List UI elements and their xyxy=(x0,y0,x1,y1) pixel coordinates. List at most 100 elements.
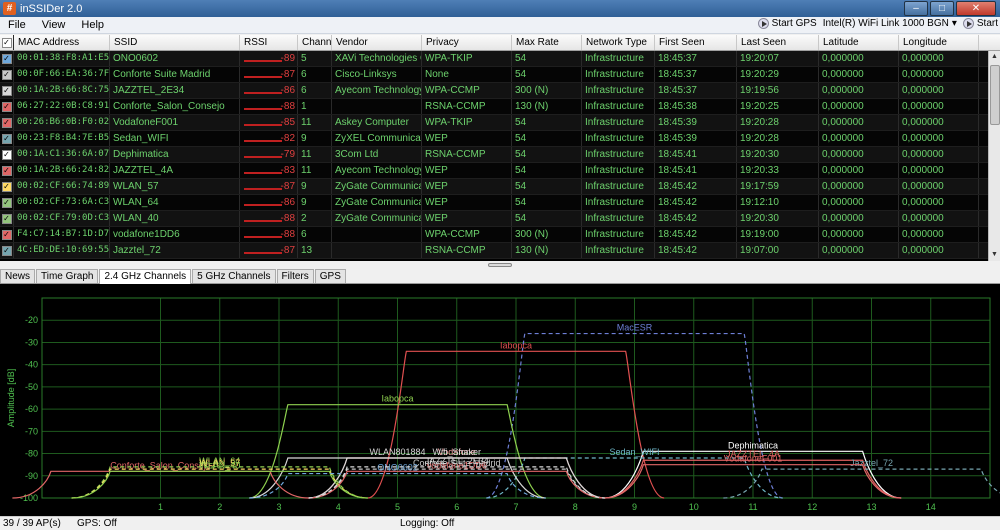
menu-help[interactable]: Help xyxy=(73,19,112,31)
x-tick-label: 8 xyxy=(573,502,578,512)
column-header-mac-address[interactable]: MAC Address xyxy=(14,35,110,50)
splitter-grip-icon[interactable] xyxy=(488,263,512,267)
cell-privacy: WPA-CCMP xyxy=(422,83,512,98)
cell-rssi: -88 xyxy=(240,99,298,114)
column-header-channel[interactable]: Channel xyxy=(298,35,332,50)
y-tick-label: -20 xyxy=(25,315,38,325)
rssi-sparkline xyxy=(244,140,282,142)
row-checkbox[interactable]: ✓ xyxy=(0,211,14,226)
row-checkbox[interactable]: ✓ xyxy=(0,227,14,242)
row-checkbox[interactable]: ✓ xyxy=(0,243,14,258)
cell-mac: 00:02:CF:73:6A:C3 xyxy=(14,195,110,210)
x-tick-label: 11 xyxy=(748,502,757,512)
table-row[interactable]: ✓ 00:01:38:F8:A1:E5 ONO0602 -89 5 XAVi Techno… xyxy=(0,51,988,67)
grid-scrollbar[interactable]: ▲ ▼ xyxy=(988,51,1000,261)
menu-bar: File View Help Start GPS Intel(R) WiFi L… xyxy=(0,17,1000,34)
table-row[interactable]: ✓ 00:02:CF:73:6A:C3 WLAN_64 -86 9 ZyGate Comm… xyxy=(0,195,988,211)
table-row[interactable]: ✓ 06:27:22:0B:C8:91 Conforte_Salon_Consejo… xyxy=(0,99,988,115)
cell-vendor: ZyXEL Communicatio... xyxy=(332,131,422,146)
tab-5-ghz-channels[interactable]: 5 GHz Channels xyxy=(192,269,276,283)
series-label: Sedan_WIFI xyxy=(609,447,659,457)
table-row[interactable]: ✓ 00:1A:2B:66:24:82 JAZZTEL_4A -83 11 Ayecom … xyxy=(0,163,988,179)
select-all-checkbox[interactable]: ✓ xyxy=(0,35,14,50)
rssi-sparkline xyxy=(244,92,282,94)
start-button[interactable]: Start xyxy=(962,18,998,29)
cell-lat: 0,000000 xyxy=(819,115,899,130)
table-row[interactable]: ✓ 00:02:CF:66:74:89 WLAN_57 -87 9 ZyGate Comm… xyxy=(0,179,988,195)
cell-rate: 130 (N) xyxy=(512,99,582,114)
minimize-button[interactable]: – xyxy=(904,1,928,16)
cell-mac: 4C:ED:DE:10:69:55 xyxy=(14,243,110,258)
cell-type: Infrastructure xyxy=(582,83,655,98)
adapter-select[interactable]: Intel(R) WiFi Link 1000 BGN ▾ xyxy=(823,18,957,29)
row-checkbox[interactable]: ✓ xyxy=(0,99,14,114)
cell-first: 18:45:41 xyxy=(655,147,737,162)
table-row[interactable]: ✓ 00:26:B6:0B:F0:02 VodafoneF001 -85 11 Askey… xyxy=(0,115,988,131)
row-checkbox[interactable]: ✓ xyxy=(0,67,14,82)
table-row[interactable]: ✓ 00:23:F8:B4:7E:B5 Sedan_WIFI -82 9 ZyXEL Co… xyxy=(0,131,988,147)
column-header-ssid[interactable]: SSID xyxy=(110,35,240,50)
table-row[interactable]: ✓ 00:0F:66:EA:36:7F Conforte Suite Madrid -… xyxy=(0,67,988,83)
scroll-up-icon[interactable]: ▲ xyxy=(989,51,1000,63)
close-button[interactable]: ✕ xyxy=(956,1,996,16)
cell-last: 19:20:33 xyxy=(737,163,819,178)
cell-first: 18:45:37 xyxy=(655,83,737,98)
cell-privacy: RSNA-CCMP xyxy=(422,243,512,258)
row-checkbox[interactable]: ✓ xyxy=(0,83,14,98)
scroll-down-icon[interactable]: ▼ xyxy=(989,249,1000,261)
row-checkbox[interactable]: ✓ xyxy=(0,51,14,66)
cell-lat: 0,000000 xyxy=(819,195,899,210)
row-checkbox[interactable]: ✓ xyxy=(0,179,14,194)
cell-mac: 00:1A:C1:36:6A:07 xyxy=(14,147,110,162)
column-header-latitude[interactable]: Latitude xyxy=(819,35,899,50)
cell-lat: 0,000000 xyxy=(819,179,899,194)
table-row[interactable]: ✓ 00:1A:2B:66:8C:75 JAZZTEL_2E34 -86 6 Ayecom… xyxy=(0,83,988,99)
cell-privacy: WPA-TKIP xyxy=(422,51,512,66)
column-header-vendor[interactable]: Vendor xyxy=(332,35,422,50)
cell-vendor: Askey Computer xyxy=(332,115,422,130)
tab-time-graph[interactable]: Time Graph xyxy=(36,269,99,283)
cell-lon: 0,000000 xyxy=(899,51,979,66)
title-bar: # inSSIDer 2.0 – □ ✕ xyxy=(0,0,1000,17)
scrollbar-thumb[interactable] xyxy=(990,65,1000,125)
cell-mac: 00:01:38:F8:A1:E5 xyxy=(14,51,110,66)
maximize-button[interactable]: □ xyxy=(930,1,954,16)
rssi-value: -88 xyxy=(280,213,295,224)
table-row[interactable]: ✓ 4C:ED:DE:10:69:55 Jazztel_72 -87 13 RSNA-CC… xyxy=(0,243,988,259)
cell-mac: 00:26:B6:0B:F0:02 xyxy=(14,115,110,130)
cell-type: Infrastructure xyxy=(582,131,655,146)
menu-file[interactable]: File xyxy=(0,19,34,31)
tab-news[interactable]: News xyxy=(0,269,36,283)
row-checkbox[interactable]: ✓ xyxy=(0,195,14,210)
cell-last: 19:12:10 xyxy=(737,195,819,210)
tab-gps[interactable]: GPS xyxy=(314,269,346,283)
cell-rssi: -87 xyxy=(240,179,298,194)
rssi-sparkline xyxy=(244,236,282,238)
cell-ssid: JAZZTEL_4A xyxy=(110,163,240,178)
column-header-last-seen[interactable]: Last Seen xyxy=(737,35,819,50)
column-header-rssi[interactable]: RSSI xyxy=(240,35,298,50)
cell-channel: 6 xyxy=(298,67,332,82)
menu-view[interactable]: View xyxy=(34,19,74,31)
tab-filters[interactable]: Filters xyxy=(276,269,314,283)
splitter[interactable] xyxy=(0,261,1000,269)
start-gps-button[interactable]: Start GPS xyxy=(757,18,817,29)
cell-first: 18:45:37 xyxy=(655,51,737,66)
column-header-network-type[interactable]: Network Type xyxy=(582,35,655,50)
row-checkbox[interactable]: ✓ xyxy=(0,163,14,178)
column-header-privacy[interactable]: Privacy xyxy=(422,35,512,50)
table-row[interactable]: ✓ F4:C7:14:B7:1D:D7 vodafone1DD6 -88 6 WPA-CC… xyxy=(0,227,988,243)
column-header-max-rate[interactable]: Max Rate xyxy=(512,35,582,50)
row-checkbox[interactable]: ✓ xyxy=(0,131,14,146)
row-checkbox[interactable]: ✓ xyxy=(0,115,14,130)
table-row[interactable]: ✓ 00:1A:C1:36:6A:07 Dephimatica -79 11 3Com L… xyxy=(0,147,988,163)
column-header-first-seen[interactable]: First Seen xyxy=(655,35,737,50)
chevron-down-icon: ▾ xyxy=(951,18,957,29)
table-row[interactable]: ✓ 00:02:CF:79:0D:C3 WLAN_40 -88 2 ZyGate Comm… xyxy=(0,211,988,227)
cell-first: 18:45:39 xyxy=(655,131,737,146)
rssi-sparkline xyxy=(244,76,282,78)
row-checkbox[interactable]: ✓ xyxy=(0,147,14,162)
cell-rssi: -86 xyxy=(240,83,298,98)
column-header-longitude[interactable]: Longitude xyxy=(899,35,979,50)
tab-2-4-ghz-channels[interactable]: 2.4 GHz Channels xyxy=(99,269,192,284)
